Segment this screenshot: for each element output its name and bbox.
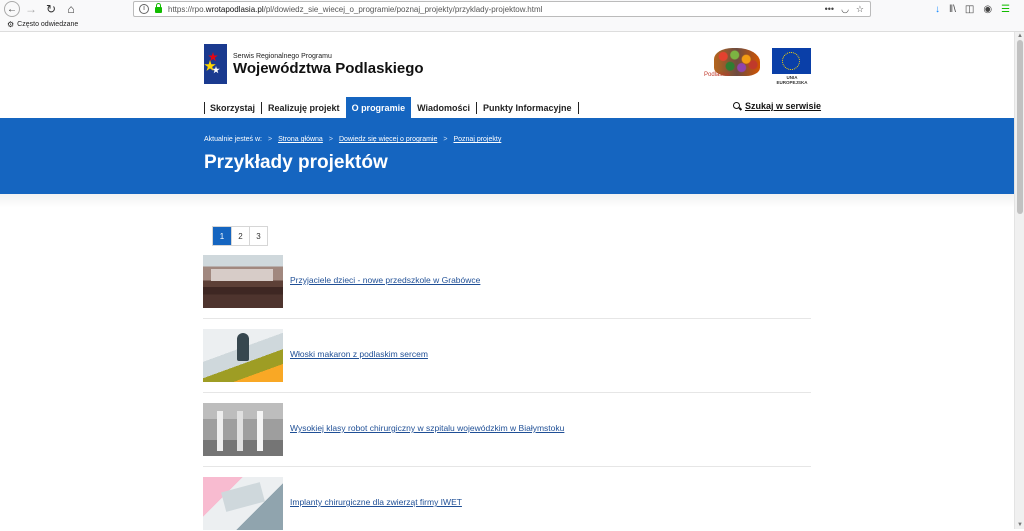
forward-arrow-icon[interactable]: → xyxy=(22,0,40,18)
breadcrumb: Aktualnie jesteś w: > Strona główna > Do… xyxy=(204,136,501,143)
account-icon[interactable]: ◉ xyxy=(983,4,992,15)
bookmarks-toolbar: ⚙ Często odwiedzane xyxy=(0,18,1024,32)
page-title: Przykłady projektów xyxy=(204,152,388,173)
download-icon[interactable]: ↓ xyxy=(935,4,940,15)
breadcrumb-separator: > xyxy=(443,136,448,143)
hero-shadow xyxy=(0,194,1014,208)
project-title-link[interactable]: Włoski makaron z podlaskim sercem xyxy=(290,349,428,359)
breadcrumb-separator: > xyxy=(267,136,273,143)
nav-item-punkty-informacyjne[interactable]: Punkty Informacyjne xyxy=(477,101,579,114)
main-nav: Skorzystaj Realizuję projekt O programie… xyxy=(204,97,579,118)
page-link-3[interactable]: 3 xyxy=(249,227,267,245)
scrollbar-thumb[interactable] xyxy=(1017,40,1023,214)
scroll-up-icon[interactable]: ▲ xyxy=(1017,33,1023,39)
search-link[interactable]: Szukaj w serwisie xyxy=(733,101,821,111)
search-icon xyxy=(733,101,742,111)
project-title-link[interactable]: Przyjaciele dzieci - nowe przedszkole w … xyxy=(290,275,480,285)
project-thumbnail[interactable] xyxy=(203,477,283,530)
bookmark-star-icon[interactable]: ☆ xyxy=(856,4,864,15)
bookmark-most-visited[interactable]: Często odwiedzane xyxy=(17,21,78,28)
breadcrumb-separator: > xyxy=(328,136,333,143)
divider xyxy=(203,466,811,467)
nav-item-realizuje-projekt[interactable]: Realizuję projekt xyxy=(262,101,347,114)
lock-icon[interactable] xyxy=(155,3,162,13)
search-label: Szukaj w serwisie xyxy=(745,101,822,111)
pagination: 1 2 3 xyxy=(212,226,268,246)
page-actions-icon[interactable]: ••• xyxy=(825,4,834,14)
project-title-link[interactable]: Implanty chirurgiczne dla zwierząt firmy… xyxy=(290,497,462,507)
divider xyxy=(203,392,811,393)
library-icon[interactable]: ‖\ xyxy=(949,4,956,15)
home-icon[interactable]: ⌂ xyxy=(62,0,80,18)
podlaskie-label: Podlaskie xyxy=(704,72,731,78)
logo-subtitle[interactable]: Serwis Regionalnego Programu xyxy=(233,53,332,60)
breadcrumb-projects[interactable]: Poznaj projekty xyxy=(453,136,501,143)
eu-flag-icon[interactable] xyxy=(772,48,811,74)
page-scrollbar[interactable]: ▲ ▼ xyxy=(1014,32,1024,529)
url-text[interactable]: https://rpo.wrotapodlasia.pl/pl/dowiedz_… xyxy=(168,5,542,14)
reload-icon[interactable]: ↻ xyxy=(42,0,60,18)
nav-item-skorzystaj[interactable]: Skorzystaj xyxy=(204,101,263,114)
nav-item-wiadomosci[interactable]: Wiadomości xyxy=(411,101,478,114)
info-icon[interactable]: i xyxy=(139,4,149,14)
page-link-2[interactable]: 2 xyxy=(231,227,249,245)
podlaskie-logo[interactable]: Podlaskie xyxy=(704,48,760,80)
breadcrumb-home[interactable]: Strona główna xyxy=(278,136,323,143)
back-arrow-icon[interactable]: ← xyxy=(4,1,20,17)
list-item: Implanty chirurgiczne dla zwierząt firmy… xyxy=(203,477,811,531)
project-thumbnail[interactable] xyxy=(203,255,283,308)
breadcrumb-lead: Aktualnie jesteś w: xyxy=(204,136,262,143)
list-item: Wysokiej klasy robot chirurgiczny w szpi… xyxy=(203,403,811,457)
nav-item-o-programie[interactable]: O programie xyxy=(345,97,412,118)
project-thumbnail[interactable] xyxy=(203,403,283,456)
divider xyxy=(203,318,811,319)
menu-icon[interactable]: ☰ xyxy=(1001,4,1010,15)
list-item: Przyjaciele dzieci - nowe przedszkole w … xyxy=(203,255,811,309)
page-link-1[interactable]: 1 xyxy=(213,227,231,245)
eu-label: UNIA EUROPEJSKA xyxy=(776,75,808,85)
hero-banner xyxy=(0,118,1014,194)
scroll-down-icon[interactable]: ▼ xyxy=(1017,522,1023,528)
program-logo-icon[interactable] xyxy=(204,44,227,84)
project-thumbnail[interactable] xyxy=(203,329,283,382)
list-item: Włoski makaron z podlaskim sercem xyxy=(203,329,811,383)
project-title-link[interactable]: Wysokiej klasy robot chirurgiczny w szpi… xyxy=(290,423,564,433)
url-bar[interactable]: i https://rpo.wrotapodlasia.pl/pl/dowied… xyxy=(133,1,871,17)
gear-icon: ⚙ xyxy=(7,20,15,29)
pocket-icon[interactable]: ◡ xyxy=(841,4,849,15)
breadcrumb-program[interactable]: Dowiedz się więcej o programie xyxy=(339,136,437,143)
logo-title[interactable]: Województwa Podlaskiego xyxy=(233,60,424,77)
sidebar-icon[interactable]: ◫ xyxy=(965,4,974,15)
